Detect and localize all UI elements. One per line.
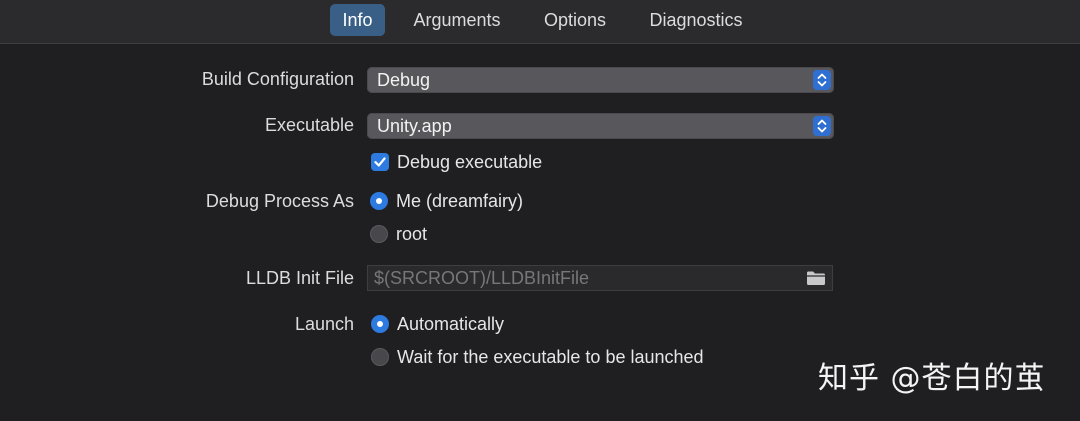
popup-stepper-icon	[813, 70, 831, 90]
debug-process-me-label[interactable]: Me (dreamfairy)	[396, 191, 523, 212]
checkmark-icon	[374, 157, 386, 167]
tab-arguments[interactable]: Arguments	[403, 4, 511, 36]
debug-process-me-radio[interactable]	[370, 192, 388, 210]
launch-label: Launch	[294, 314, 354, 334]
build-configuration-label: Build Configuration	[201, 69, 354, 89]
executable-popup[interactable]: Unity.app	[367, 113, 834, 139]
executable-value: Unity.app	[377, 116, 452, 136]
tab-info[interactable]: Info	[330, 4, 385, 36]
popup-stepper-icon	[813, 116, 831, 136]
executable-label: Executable	[264, 115, 354, 135]
build-configuration-value: Debug	[377, 70, 431, 90]
debug-executable-checkbox[interactable]	[371, 153, 389, 171]
lldb-init-file-input[interactable]	[374, 266, 794, 290]
debug-process-root-radio[interactable]	[370, 225, 388, 243]
build-configuration-popup[interactable]: Debug	[367, 67, 834, 93]
lldb-init-file-label: LLDB Init File	[245, 268, 354, 288]
launch-automatically-label[interactable]: Automatically	[397, 314, 504, 335]
tab-diagnostics[interactable]: Diagnostics	[639, 4, 753, 36]
debug-executable-label[interactable]: Debug executable	[397, 152, 542, 173]
debug-process-root-label[interactable]: root	[396, 224, 427, 245]
launch-wait-radio[interactable]	[371, 348, 389, 366]
folder-icon[interactable]	[806, 270, 826, 286]
launch-wait-label[interactable]: Wait for the executable to be launched	[397, 347, 704, 368]
scheme-editor-tabbar: Info Arguments Options Diagnostics	[0, 0, 1080, 44]
launch-automatically-radio[interactable]	[371, 315, 389, 333]
watermark-text: 知乎 @苍白的茧	[818, 361, 1046, 396]
lldb-init-file-field[interactable]	[367, 265, 833, 291]
debug-process-as-label: Debug Process As	[205, 191, 354, 211]
tab-options[interactable]: Options	[534, 4, 616, 36]
